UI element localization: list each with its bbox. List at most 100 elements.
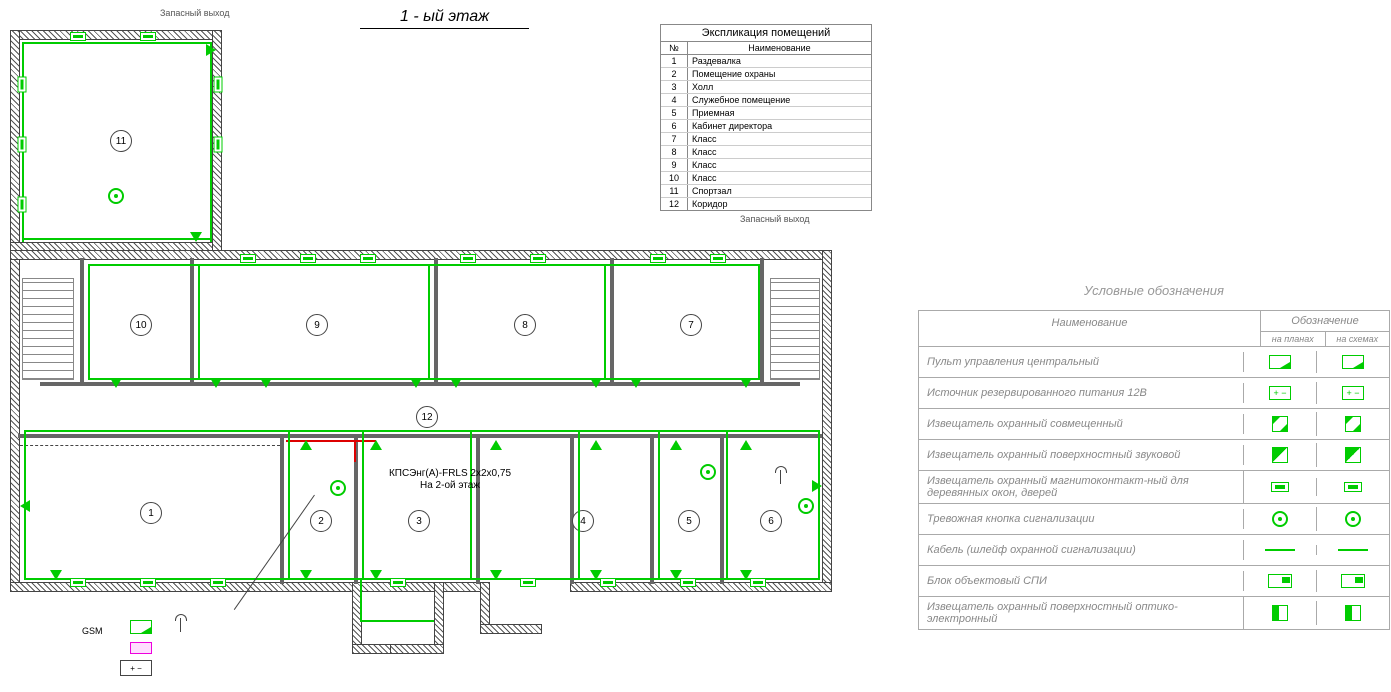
wall xyxy=(650,438,654,584)
legend-row-name: Извещатель охранный совмещенный xyxy=(919,414,1244,434)
legend-row: Кабель (шлейф охранной сигнализации) xyxy=(919,535,1389,566)
wall xyxy=(822,250,832,592)
wire xyxy=(428,264,430,380)
room-number: 8 xyxy=(514,314,536,336)
wire xyxy=(658,430,660,580)
legend-symbol-plan xyxy=(1244,351,1317,373)
legend-symbol-scheme xyxy=(1317,412,1389,436)
cable-label-line1: КПСЭнг(А)-FRLS 2х2х0,75 xyxy=(380,468,520,480)
wire xyxy=(288,430,290,580)
gsm-block-icon xyxy=(130,642,152,654)
legend-symbol-scheme: + − xyxy=(1317,382,1389,404)
legend-row-name: Извещатель охранный поверхностный звуков… xyxy=(919,445,1244,465)
arrow-icon xyxy=(20,500,30,512)
arrow-icon xyxy=(450,378,462,388)
wall xyxy=(10,250,20,592)
sensor-icon xyxy=(530,254,546,263)
room-number: 12 xyxy=(416,406,438,428)
arrow-icon xyxy=(812,480,822,492)
legend-symbol-scheme xyxy=(1317,478,1389,496)
wall xyxy=(190,258,194,384)
legend-row-name: Блок объектовый СПИ xyxy=(919,571,1244,591)
sensor-icon xyxy=(210,578,226,587)
wire xyxy=(818,430,820,580)
arrow-icon xyxy=(740,378,752,388)
alarm-button-icon xyxy=(108,188,124,204)
red-cable xyxy=(354,440,356,462)
sensor-icon xyxy=(70,578,86,587)
arrow-icon xyxy=(670,570,682,580)
arrow-icon xyxy=(370,570,382,580)
legend-symbol-plan: + − xyxy=(1244,382,1317,404)
sensor-icon xyxy=(680,578,696,587)
arrow-icon xyxy=(490,440,502,450)
legend-row: Извещатель охранный поверхностный звуков… xyxy=(919,440,1389,471)
arrow-icon xyxy=(206,44,216,56)
legend-row-name: Источник резервированного питания 12В xyxy=(919,383,1244,403)
exit-label-left: Запасный выход xyxy=(160,8,230,18)
legend-row-name: Извещатель охранный магнитоконтакт-ный д… xyxy=(919,471,1244,503)
room-number: 1 xyxy=(140,502,162,524)
wire xyxy=(470,430,472,580)
arrow-icon xyxy=(370,440,382,450)
wall xyxy=(10,30,222,40)
legend-symbol-scheme xyxy=(1317,351,1389,373)
legend-row-name: Тревожная кнопка сигнализации xyxy=(919,509,1244,529)
sensor-icon xyxy=(18,197,27,213)
arrow-icon xyxy=(670,440,682,450)
legend-row-name: Кабель (шлейф охранной сигнализации) xyxy=(919,540,1244,560)
legend-row-name: Пульт управления центральный xyxy=(919,352,1244,372)
sensor-icon xyxy=(750,578,766,587)
floorplan-diagram: 11 10 9 8 7 12 1 2 3 4 5 6 xyxy=(10,20,840,680)
stairs-icon xyxy=(22,278,74,380)
wire xyxy=(360,578,362,622)
wall xyxy=(390,644,444,654)
arrow-icon xyxy=(630,378,642,388)
legend-title: Условные обозначения xyxy=(919,283,1389,298)
arrow-icon xyxy=(490,570,502,580)
legend-header-name: Наименование xyxy=(919,311,1261,346)
legend-symbol-plan xyxy=(1244,570,1317,592)
sensor-icon xyxy=(140,578,156,587)
sensor-icon xyxy=(70,32,86,41)
sensor-icon xyxy=(710,254,726,263)
legend-row: Тревожная кнопка сигнализации xyxy=(919,504,1389,535)
legend-header-sym: Обозначение xyxy=(1261,311,1389,332)
legend-row: Блок объектовый СПИ xyxy=(919,566,1389,597)
arrow-icon xyxy=(590,570,602,580)
sensor-icon xyxy=(650,254,666,263)
dashed-line xyxy=(20,445,280,446)
arrow-icon xyxy=(50,570,62,580)
legend-row-name: Извещатель охранный поверхностный оптико… xyxy=(919,597,1244,629)
room-number: 3 xyxy=(408,510,430,532)
legend-header-sub2: на схемах xyxy=(1326,332,1390,346)
legend-symbol-plan xyxy=(1244,478,1317,496)
legend-row: Пульт управления центральный xyxy=(919,347,1389,378)
sensor-icon xyxy=(300,254,316,263)
legend-symbol-plan xyxy=(1244,412,1317,436)
stairs-icon xyxy=(770,278,820,380)
legend-table: Условные обозначения Наименование Обозна… xyxy=(918,310,1390,630)
room-number: 9 xyxy=(306,314,328,336)
sensor-icon xyxy=(460,254,476,263)
arrow-icon xyxy=(740,570,752,580)
sensor-icon xyxy=(520,578,536,587)
cable-label-line2: На 2-ой этаж xyxy=(380,480,520,492)
wall xyxy=(570,438,574,584)
sensor-icon xyxy=(600,578,616,587)
leader-line xyxy=(234,495,315,610)
room-number: 4 xyxy=(572,510,594,532)
room-number: 2 xyxy=(310,510,332,532)
wall xyxy=(610,258,614,384)
wall xyxy=(476,438,480,584)
wall xyxy=(480,624,542,634)
arrow-icon xyxy=(410,378,422,388)
wall xyxy=(80,258,84,384)
psu-icon: + − xyxy=(120,660,152,676)
arrow-icon xyxy=(210,378,222,388)
legend-header-sub1: на планах xyxy=(1261,332,1326,346)
legend-symbol-scheme xyxy=(1317,545,1389,555)
wall xyxy=(280,438,284,584)
wall xyxy=(434,258,438,384)
gsm-label: GSM xyxy=(82,626,103,636)
